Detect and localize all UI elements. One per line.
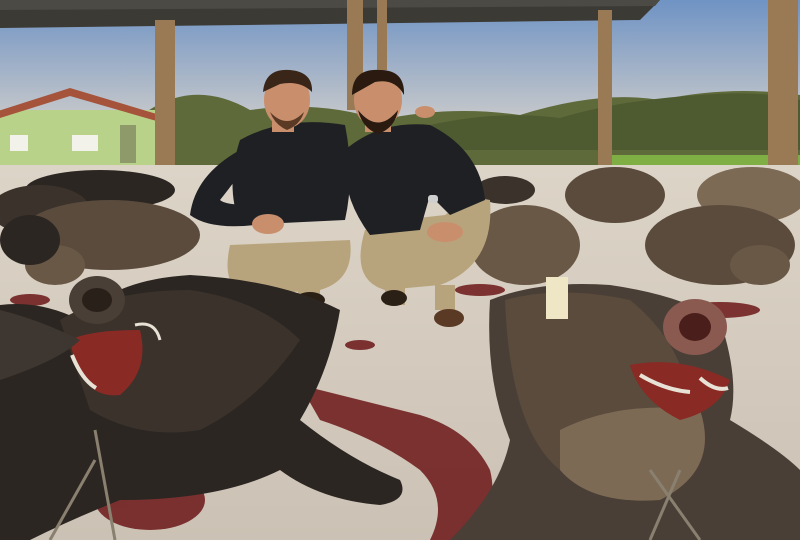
photo-illustration: [0, 0, 800, 540]
photo-scene: [0, 0, 800, 540]
boar-tag: [546, 277, 568, 319]
